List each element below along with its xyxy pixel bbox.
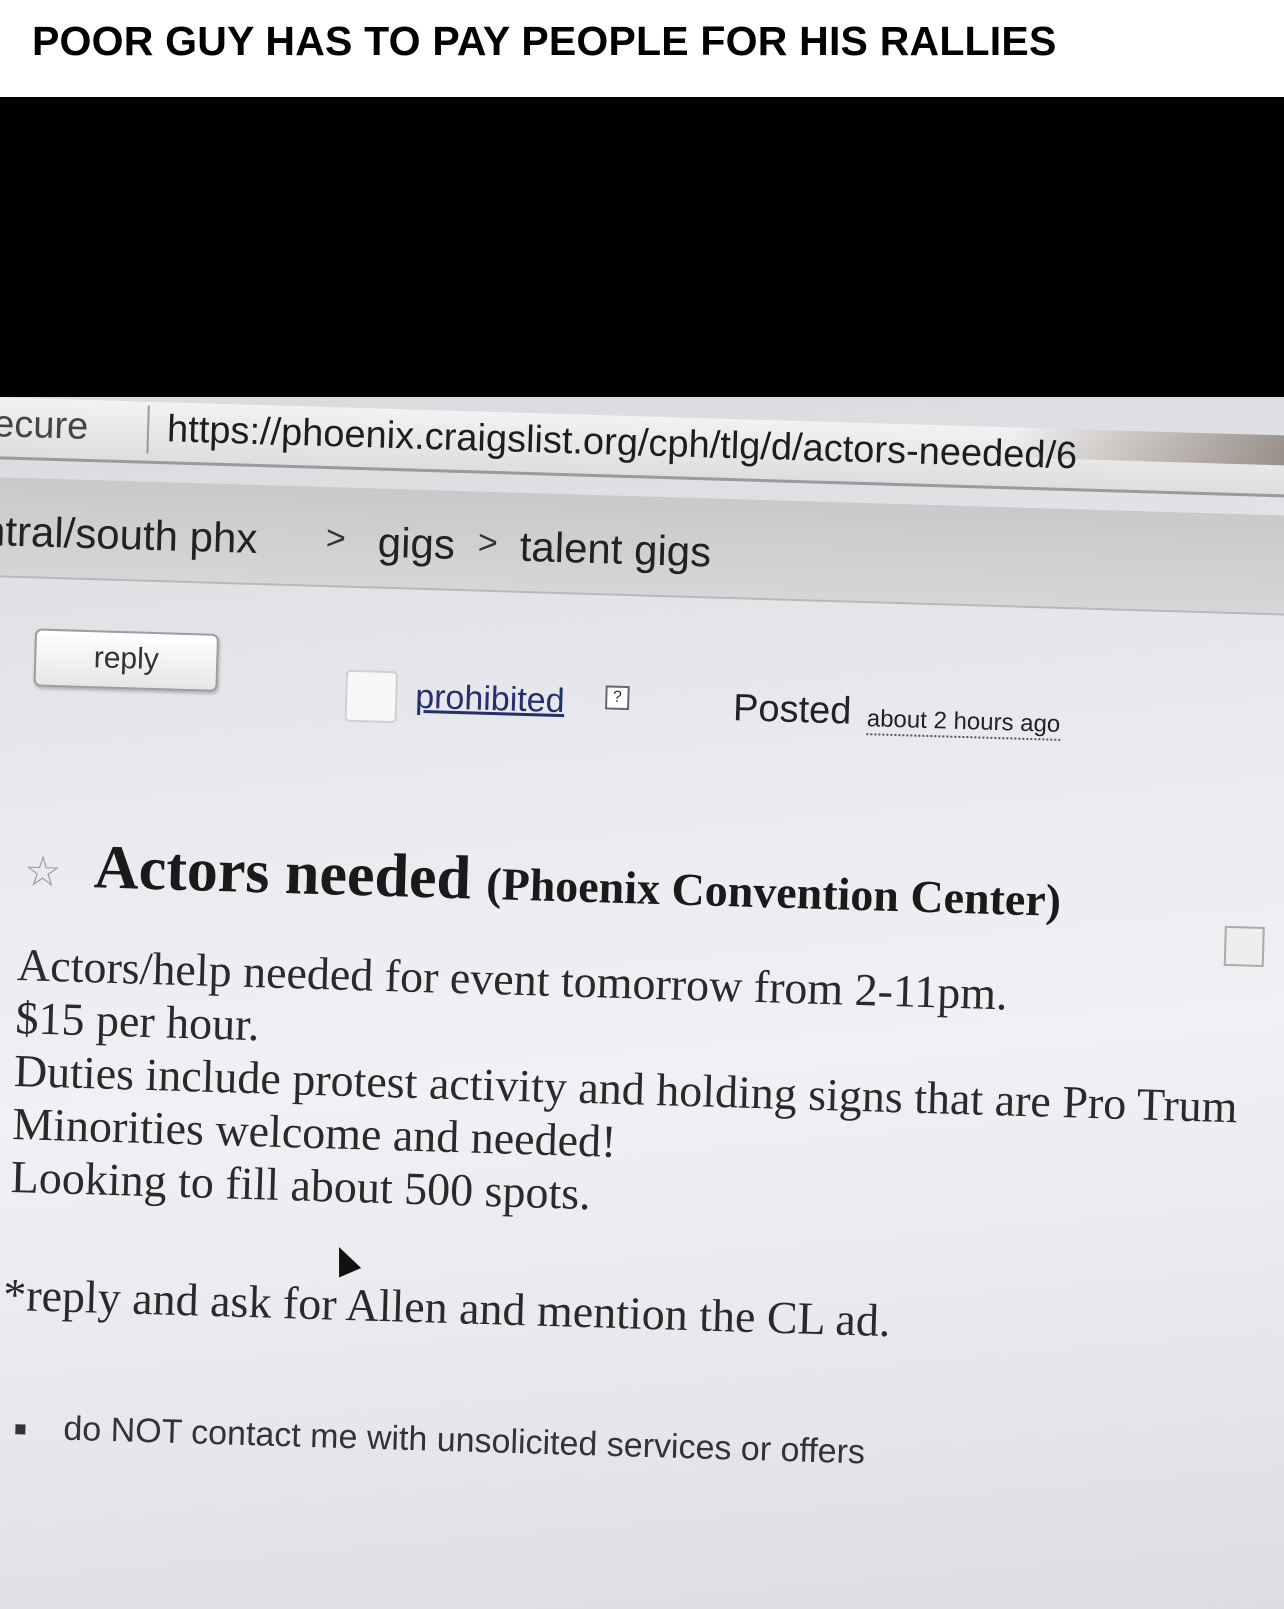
cursor-icon	[327, 1242, 362, 1278]
breadcrumb-gigs[interactable]: gigs	[377, 519, 455, 569]
notice-text: do NOT contact me with unsolicited servi…	[62, 1409, 866, 1472]
address-divider	[146, 405, 150, 454]
breadcrumb-separator: >	[325, 519, 347, 558]
breadcrumb-area[interactable]: ntral/south phx	[0, 507, 258, 563]
contact-instructions: *reply and ask for Allen and mention the…	[2, 1268, 892, 1347]
bullet-icon	[15, 1424, 26, 1435]
posted-label: Posted	[732, 687, 852, 733]
post-location: (Phoenix Convention Center)	[485, 857, 1062, 926]
post-body: Actors/help needed for event tomorrow fr…	[10, 938, 1284, 1241]
black-band	[0, 97, 1284, 407]
notice-list-item: do NOT contact me with unsolicited servi…	[15, 1408, 866, 1472]
breadcrumb: ntral/south phx > gigs > talent gigs	[0, 476, 1284, 617]
prohibited-checkbox[interactable]	[344, 669, 399, 724]
breadcrumb-talent-gigs[interactable]: talent gigs	[519, 523, 712, 577]
breadcrumb-separator: >	[477, 523, 499, 563]
screen-photo: ecure https://phoenix.craigslist.org/cph…	[0, 97, 1284, 1609]
star-icon[interactable]: ☆	[23, 846, 62, 896]
url-field[interactable]: https://phoenix.craigslist.org/cph/tlg/d…	[166, 408, 1077, 478]
meme-caption: POOR GUY HAS TO PAY PEOPLE FOR HIS RALLI…	[32, 18, 1057, 64]
help-icon[interactable]: ?	[605, 685, 630, 711]
browser-screen: ecure https://phoenix.craigslist.org/cph…	[0, 397, 1284, 1609]
page-content: ecure https://phoenix.craigslist.org/cph…	[0, 397, 1284, 1609]
hide-posting-icon[interactable]	[1223, 925, 1265, 968]
prohibited-link[interactable]: prohibited	[415, 678, 565, 721]
post-title: Actors needed (Phoenix Convention Center…	[93, 832, 1062, 932]
post-title-text: Actors needed	[93, 833, 473, 913]
reply-button[interactable]: reply	[33, 628, 220, 692]
posted-timestamp: about 2 hours ago	[866, 705, 1061, 741]
meme-caption-bar: POOR GUY HAS TO PAY PEOPLE FOR HIS RALLI…	[0, 0, 1284, 97]
secure-label: ecure	[0, 403, 89, 448]
